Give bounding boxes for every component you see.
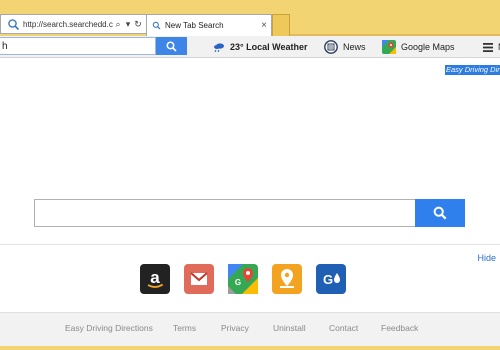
google-maps-tile[interactable]: G	[228, 264, 258, 294]
svg-text:G: G	[235, 278, 241, 287]
window-frame-bottom	[0, 346, 500, 350]
toolbar-search-button[interactable]	[156, 37, 187, 55]
weather-icon	[214, 43, 224, 52]
footer-link-privacy[interactable]: Privacy	[221, 323, 249, 333]
news-label: News	[343, 42, 366, 52]
tab-close-icon[interactable]: ×	[257, 20, 271, 31]
hide-link[interactable]: Hide	[477, 253, 496, 263]
search-icon	[166, 41, 177, 52]
gmail-tile[interactable]	[184, 264, 214, 294]
gas-prices-tile[interactable]: G	[316, 264, 346, 294]
directions-tile[interactable]	[272, 264, 302, 294]
tab-search-icon	[152, 21, 161, 30]
footer-link-easy-driving-directions[interactable]: Easy Driving Directions	[65, 323, 153, 333]
search-icon	[433, 206, 447, 220]
toolbar-search-input[interactable]	[0, 37, 156, 55]
main-search-button[interactable]	[415, 199, 465, 227]
footer: Easy Driving Directions Terms Privacy Un…	[0, 312, 500, 346]
toolbar-menu-button[interactable]: N	[483, 39, 500, 55]
svg-text:G: G	[323, 272, 333, 287]
section-divider	[0, 244, 500, 245]
address-bar[interactable]: http://search.searchedd.c... ⌕ ▾ ↻	[0, 14, 146, 34]
search-provider-icon	[8, 18, 20, 30]
footer-link-contact[interactable]: Contact	[329, 323, 358, 333]
gas-prices-icon: G	[323, 272, 340, 287]
mail-icon	[190, 272, 208, 285]
google-maps-button[interactable]: Google Maps	[382, 39, 455, 55]
extension-toolbar: 23° Local Weather News Google Maps N	[0, 36, 500, 58]
amazon-tile[interactable]: a	[140, 264, 170, 294]
address-url[interactable]: http://search.searchedd.c...	[23, 20, 113, 29]
footer-link-terms[interactable]: Terms	[173, 323, 196, 333]
address-dropdown-icon[interactable]: ▾	[123, 19, 133, 30]
svg-text:a: a	[150, 268, 160, 287]
news-icon	[324, 40, 338, 54]
amazon-icon: a	[147, 268, 164, 288]
google-maps-icon	[382, 40, 396, 54]
main-search-input[interactable]	[34, 199, 416, 227]
footer-link-uninstall[interactable]: Uninstall	[273, 323, 306, 333]
weather-widget[interactable]: 23° Local Weather	[213, 39, 307, 55]
tab-title: New Tab Search	[165, 21, 224, 30]
footer-link-feedback[interactable]: Feedback	[381, 323, 418, 333]
address-search-icon[interactable]: ⌕	[113, 19, 123, 30]
tab-new-tab-search[interactable]: New Tab Search ×	[146, 14, 272, 36]
weather-label: 23° Local Weather	[230, 42, 308, 52]
google-maps-label: Google Maps	[401, 42, 455, 52]
google-maps-icon: G	[228, 264, 258, 294]
news-button[interactable]: News	[324, 39, 366, 55]
promo-link[interactable]: Easy Driving Directions	[445, 65, 500, 75]
new-tab-button[interactable]	[272, 14, 290, 36]
quick-links: a G G	[140, 264, 346, 296]
map-pin-icon	[280, 269, 294, 288]
refresh-icon[interactable]: ↻	[133, 19, 143, 30]
hamburger-menu-icon	[483, 42, 493, 52]
